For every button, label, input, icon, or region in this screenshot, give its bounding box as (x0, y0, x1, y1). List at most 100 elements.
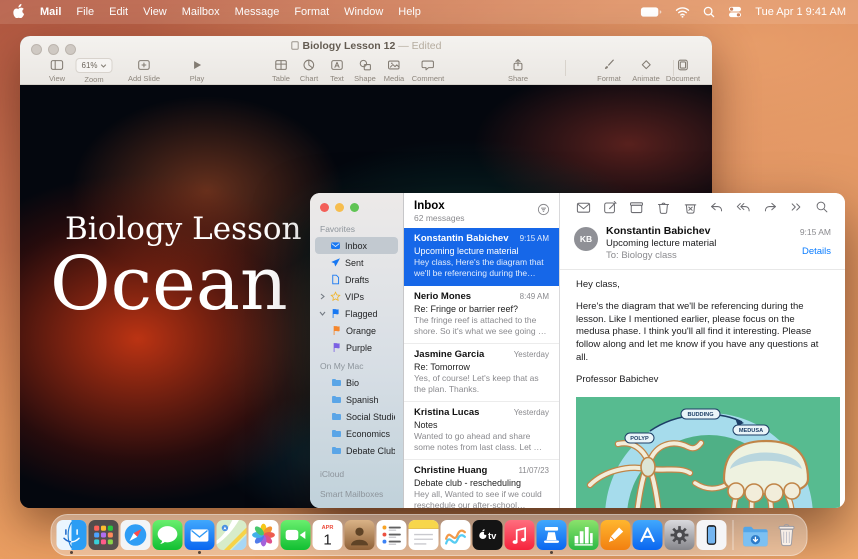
toolbar-animate-button[interactable]: Animate (632, 58, 660, 83)
dock-notes[interactable] (409, 515, 439, 555)
toolbar-zoom-control[interactable]: 61% Zoom (75, 58, 112, 84)
sidebar-item-inbox[interactable]: Inbox (315, 237, 398, 254)
dock-facetime[interactable] (281, 515, 311, 555)
sender-name: Konstantin Babichev (606, 225, 800, 237)
menu-item-mail[interactable]: Mail (40, 6, 61, 18)
chevron-down-icon[interactable] (319, 311, 326, 316)
add-slide-icon (137, 58, 151, 72)
keynote-icon (537, 520, 567, 550)
toolbar-table-button[interactable]: Table (272, 58, 290, 83)
toolbar-add-slide-button[interactable]: Add Slide (128, 58, 160, 83)
dock-contacts[interactable] (345, 515, 375, 555)
folder-icon (331, 377, 342, 388)
sidebar-item-purple-flag[interactable]: Purple (315, 339, 398, 356)
reply-button[interactable] (709, 200, 724, 215)
sidebar-item-economics[interactable]: Economics (315, 425, 398, 442)
dock-calendar[interactable]: APR1 (313, 515, 343, 555)
menu-item-format[interactable]: Format (294, 6, 329, 18)
dock-freeform[interactable] (441, 515, 471, 555)
dock-numbers[interactable] (569, 515, 599, 555)
sidebar-item-social-studies[interactable]: Social Studies (315, 408, 398, 425)
archive-button[interactable] (629, 200, 644, 215)
dock-apple-tv[interactable]: tv (473, 515, 503, 555)
message-reader-pane: KB Konstantin Babichev Upcoming lecture … (560, 193, 845, 508)
search-icon (815, 200, 829, 214)
reply-all-button[interactable] (736, 200, 751, 215)
spotlight-search-icon[interactable] (703, 6, 715, 18)
close-button[interactable] (320, 203, 329, 212)
filter-button[interactable] (537, 203, 550, 221)
get-mail-button[interactable] (576, 200, 591, 215)
flag-icon (330, 308, 341, 319)
battery-icon[interactable] (640, 6, 662, 18)
chevron-right-icon[interactable] (319, 293, 326, 300)
sidebar-item-drafts[interactable]: Drafts (315, 271, 398, 288)
menu-item-mailbox[interactable]: Mailbox (182, 6, 220, 18)
menu-item-file[interactable]: File (76, 6, 94, 18)
menu-bar-clock[interactable]: Tue Apr 1 9:41 AM (755, 6, 846, 18)
sidebar-section-on-my-mac: On My Mac (320, 361, 393, 371)
apple-menu-icon[interactable] (12, 3, 25, 21)
sidebar-item-bio[interactable]: Bio (315, 374, 398, 391)
reply-icon (709, 200, 724, 215)
dock-reminders[interactable] (377, 515, 407, 555)
toolbar-play-button[interactable]: Play (190, 58, 205, 83)
orange-flag-icon (331, 325, 342, 336)
sidebar-item-debate-club[interactable]: Debate Club (315, 442, 398, 459)
dock-music[interactable] (505, 515, 535, 555)
details-link[interactable]: Details (800, 246, 831, 257)
dock-photos[interactable] (249, 515, 279, 555)
more-actions-button[interactable] (789, 200, 803, 214)
dock-messages[interactable] (153, 515, 183, 555)
toolbar-share-button[interactable]: Share (508, 58, 528, 83)
sidebar-section-smart-mailboxes[interactable]: Smart Mailboxes (320, 489, 393, 499)
delete-button[interactable] (656, 200, 671, 215)
dock-finder[interactable] (57, 515, 87, 555)
dock-app-store[interactable] (633, 515, 663, 555)
toolbar-media-button[interactable]: Media (384, 58, 404, 83)
dock-maps[interactable] (217, 515, 247, 555)
menu-item-message[interactable]: Message (235, 6, 280, 18)
zoom-window-button[interactable] (350, 203, 359, 212)
dock-launchpad[interactable] (89, 515, 119, 555)
dock-pages[interactable] (601, 515, 631, 555)
minimize-button[interactable] (335, 203, 344, 212)
junk-button[interactable] (683, 200, 698, 215)
system-settings-icon (665, 520, 695, 550)
wifi-icon[interactable] (675, 6, 690, 18)
sidebar-item-spanish[interactable]: Spanish (315, 391, 398, 408)
message-row[interactable]: Christine Huang11/07/23 Debate club - re… (404, 460, 559, 508)
dock-system-settings[interactable] (665, 515, 695, 555)
menu-item-window[interactable]: Window (344, 6, 383, 18)
forward-button[interactable] (763, 200, 778, 215)
menu-item-help[interactable]: Help (398, 6, 421, 18)
message-row[interactable]: Kristina LucasYesterday Notes Wanted to … (404, 402, 559, 460)
sidebar-item-sent[interactable]: Sent (315, 254, 398, 271)
toolbar-document-button[interactable]: Document (666, 58, 700, 83)
dock-mail[interactable] (185, 515, 215, 555)
message-row[interactable]: Jasmine GarciaYesterday Re: Tomorrow Yes… (404, 344, 559, 402)
toolbar-text-button[interactable]: Text (330, 58, 344, 83)
sidebar-section-icloud[interactable]: iCloud (320, 469, 393, 479)
dock-iphone-mirroring[interactable] (697, 515, 727, 555)
dock-keynote[interactable] (537, 515, 567, 555)
sidebar-item-orange-flag[interactable]: Orange (315, 322, 398, 339)
toolbar-comment-button[interactable]: Comment (412, 58, 445, 83)
compose-button[interactable] (603, 200, 618, 215)
toolbar-chart-button[interactable]: Chart (300, 58, 318, 83)
toolbar-view-button[interactable]: View (49, 58, 65, 83)
toolbar-shape-button[interactable]: Shape (354, 58, 376, 83)
sidebar-item-vips[interactable]: VIPs (315, 288, 398, 305)
menu-item-view[interactable]: View (143, 6, 167, 18)
menu-item-edit[interactable]: Edit (109, 6, 128, 18)
message-row[interactable]: Konstantin Babichev9:15 AM Upcoming lect… (404, 228, 559, 286)
search-button[interactable] (815, 200, 829, 214)
sidebar-item-flagged[interactable]: Flagged (315, 305, 398, 322)
dock-safari[interactable] (121, 515, 151, 555)
toolbar-format-button[interactable]: Format (597, 58, 621, 83)
message-row[interactable]: Nerio Mones8:49 AM Re: Fringe or barrier… (404, 286, 559, 344)
control-center-icon[interactable] (728, 6, 742, 18)
dock-downloads[interactable] (740, 515, 770, 555)
dock-trash[interactable] (772, 515, 802, 555)
maps-icon (217, 520, 247, 550)
